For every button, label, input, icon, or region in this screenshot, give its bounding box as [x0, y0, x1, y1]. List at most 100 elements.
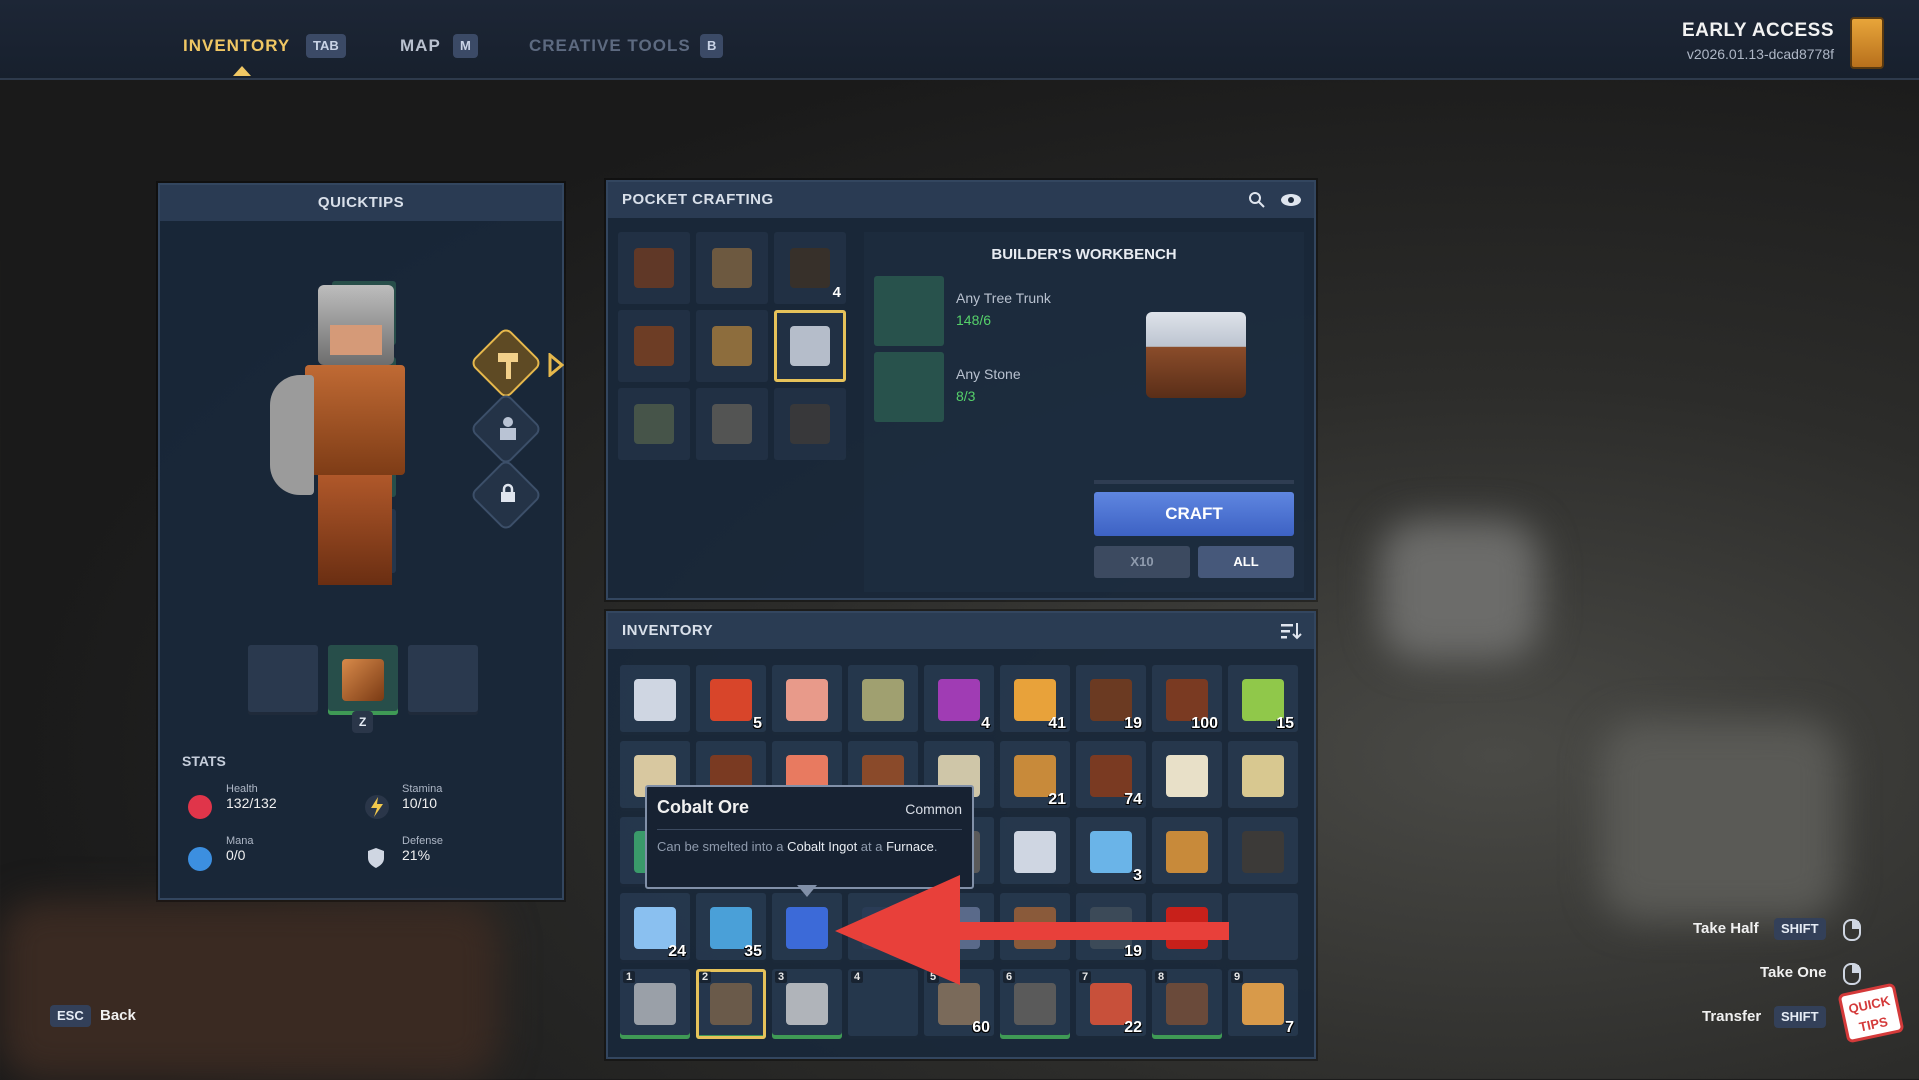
recipe-item-icon	[712, 326, 752, 366]
pocket-crafting-title: POCKET CRAFTING	[608, 182, 1314, 218]
pocket-crafting-title-text: POCKET CRAFTING	[622, 191, 774, 208]
item-count: 22	[1124, 1019, 1142, 1036]
recipe-slot[interactable]	[696, 232, 768, 304]
inventory-title-text: INVENTORY	[622, 622, 714, 639]
craft-all-button[interactable]: ALL	[1198, 546, 1294, 578]
accessory-slot-right[interactable]	[408, 645, 478, 715]
inventory-slot[interactable]	[1228, 741, 1298, 811]
stat-health: Health 132/132	[226, 783, 277, 811]
accessory-slot-key: Z	[352, 711, 374, 733]
item-icon	[1014, 983, 1056, 1025]
inventory-slot[interactable]	[772, 893, 842, 963]
quicktips-panel: QUICKTIPS Z STATS Health 132/132 Stamina 1…	[158, 183, 564, 900]
item-count: 21	[1048, 791, 1066, 808]
recipe-slot[interactable]	[774, 310, 846, 382]
heart-icon	[188, 795, 212, 819]
inventory-slot[interactable]	[1228, 817, 1298, 887]
hotbar-slot[interactable]: 3	[772, 969, 842, 1039]
shield-icon	[368, 848, 384, 868]
hotbar-slot[interactable]: 97	[1228, 969, 1298, 1039]
character-legs	[318, 475, 392, 585]
accessory-slot-center[interactable]	[328, 645, 398, 715]
sort-icon[interactable]	[1280, 622, 1302, 640]
stat-health-value: 132/132	[226, 795, 277, 811]
inventory-slot[interactable]	[848, 665, 918, 735]
recipe-item-icon	[790, 248, 830, 288]
lightning-glyph	[371, 797, 383, 817]
inventory-slot[interactable]: 24	[620, 893, 690, 963]
craft-button[interactable]: CRAFT	[1094, 492, 1294, 536]
search-icon[interactable]	[1248, 191, 1266, 209]
version-label: v2026.01.13-dcad8778f	[1686, 46, 1834, 62]
recipe-slot[interactable]: 4	[774, 232, 846, 304]
inventory-slot[interactable]: 5	[696, 665, 766, 735]
tab-map[interactable]: MAP	[400, 36, 441, 56]
inventory-slot[interactable]: 21	[1000, 741, 1070, 811]
early-access-info: EARLY ACCESS v2026.01.13-dcad8778f	[1682, 20, 1834, 62]
inventory-slot[interactable]: 74	[1076, 741, 1146, 811]
tooltip-desc-station: Furnace	[886, 839, 934, 854]
recipe-slot[interactable]	[696, 310, 768, 382]
item-count: 4	[981, 715, 990, 732]
tooltip-divider	[657, 829, 962, 830]
item-icon	[786, 907, 828, 949]
stat-stamina: Stamina 10/10	[402, 783, 442, 811]
item-icon	[1014, 831, 1056, 873]
tab-inventory[interactable]: INVENTORY	[183, 36, 290, 56]
inventory-slot[interactable]: 19	[1076, 665, 1146, 735]
recipe-slot[interactable]	[696, 388, 768, 460]
hotbar-slot[interactable]: 2	[696, 969, 766, 1039]
tab-creative-tools[interactable]: CREATIVE TOOLS	[529, 36, 691, 56]
stats-title: STATS	[182, 753, 226, 769]
item-count: 5	[753, 715, 762, 732]
tooltip-desc-pre: Can be smelted into a	[657, 839, 788, 854]
item-icon	[786, 679, 828, 721]
item-count: 74	[1124, 791, 1142, 808]
item-icon	[786, 983, 828, 1025]
tooltip-description: Can be smelted into a Cobalt Ingot at a …	[657, 839, 937, 854]
hotbar-slot[interactable]: 1	[620, 969, 690, 1039]
inventory-slot[interactable]: 15	[1228, 665, 1298, 735]
background-block	[1600, 720, 1840, 920]
stone-icon	[874, 352, 944, 422]
back-button[interactable]: Back	[100, 1007, 136, 1024]
hammer-icon	[498, 353, 518, 379]
tooltip-desc-mid: at a	[857, 839, 887, 854]
craft-x10-button[interactable]: X10	[1094, 546, 1190, 578]
transfer-key: SHIFT	[1774, 1006, 1826, 1028]
item-icon	[1090, 831, 1132, 873]
item-icon	[634, 679, 676, 721]
recipe-detail: BUILDER'S WORKBENCH Any Tree Trunk 148/6…	[864, 232, 1304, 592]
item-count: 7	[1285, 1019, 1294, 1036]
inventory-slot[interactable]: 35	[696, 893, 766, 963]
recipe-slot[interactable]	[774, 388, 846, 460]
item-icon	[710, 983, 752, 1025]
recipe-name: BUILDER'S WORKBENCH	[991, 246, 1177, 263]
eye-icon[interactable]	[1280, 192, 1302, 208]
inventory-slot[interactable]	[620, 665, 690, 735]
quicktips-title: QUICKTIPS	[160, 185, 562, 221]
craft-progress-bar	[1094, 480, 1294, 484]
item-icon	[1242, 755, 1284, 797]
tree-trunk-icon	[874, 276, 944, 346]
hotbar-key: 1	[623, 971, 636, 983]
recipe-slot[interactable]	[618, 232, 690, 304]
recipe-slot[interactable]	[618, 310, 690, 382]
item-icon	[1166, 831, 1208, 873]
inventory-slot[interactable]	[772, 665, 842, 735]
accessory-slot-left[interactable]	[248, 645, 318, 715]
inventory-slot[interactable]: 100	[1152, 665, 1222, 735]
ingredient-name: Any Stone	[956, 366, 1021, 382]
item-count: 41	[1048, 715, 1066, 732]
recipe-slot[interactable]	[618, 388, 690, 460]
take-half-hint: Take Half	[1693, 920, 1759, 937]
inventory-slot[interactable]	[1152, 741, 1222, 811]
item-icon	[938, 679, 980, 721]
background-scenery	[0, 900, 500, 1080]
inventory-slot[interactable]: 41	[1000, 665, 1070, 735]
mouse-right-icon	[1843, 963, 1861, 985]
inventory-slot[interactable]	[1228, 893, 1298, 963]
inventory-slot[interactable]: 4	[924, 665, 994, 735]
stat-health-label: Health	[226, 783, 258, 795]
stat-stamina-label: Stamina	[402, 783, 443, 795]
